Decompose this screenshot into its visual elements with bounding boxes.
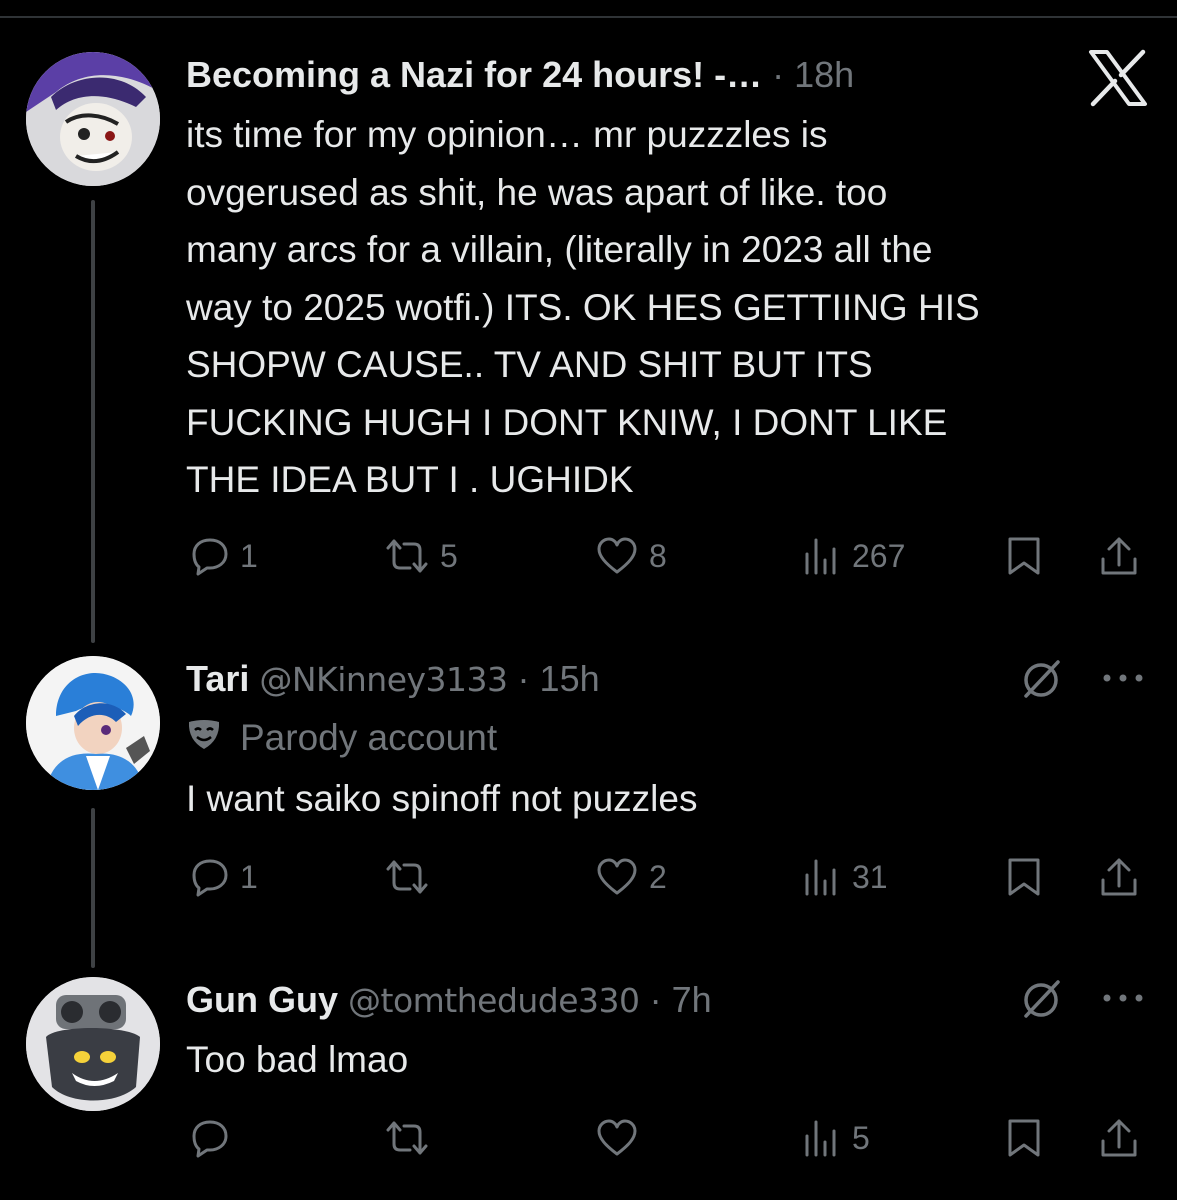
reply-icon (190, 857, 230, 897)
avatar[interactable] (26, 977, 160, 1111)
like-button[interactable] (595, 1113, 649, 1163)
tweet-text-line: Too bad lmao (186, 1039, 409, 1080)
tweet-text-line: THE IDEA BUT I . UGHIDK (186, 459, 634, 500)
display-name[interactable]: Becoming a Nazi for 24 hours! -… (186, 54, 762, 95)
tweet-text-line: FUCKING HUGH I DONT KNIW, I DONT LIKE (186, 401, 948, 443)
repost-icon (384, 536, 430, 576)
repost-count: 5 (440, 537, 458, 574)
views-count: 5 (852, 1119, 870, 1156)
timestamp[interactable]: 7h (672, 979, 712, 1020)
like-icon (595, 536, 639, 576)
reply-button[interactable]: 1 (190, 531, 258, 581)
views-icon (802, 536, 842, 576)
more-icon (1100, 993, 1146, 1010)
parody-mask-icon (186, 718, 222, 762)
avatar[interactable] (26, 656, 160, 790)
parody-label: Parody account (186, 716, 497, 762)
repost-button[interactable] (384, 1113, 440, 1163)
display-name[interactable]: Tari (186, 658, 249, 699)
more-options-button[interactable] (1100, 670, 1146, 691)
like-icon (595, 1118, 639, 1158)
tweet-header: Gun Guy @tomthedude330 · 7h (186, 978, 712, 1023)
separator-dot: · (517, 658, 530, 699)
grok-icon (1018, 980, 1064, 1026)
top-divider (0, 16, 1177, 18)
repost-icon (384, 857, 430, 897)
reply-count: 1 (240, 537, 258, 574)
action-bar: 5 (186, 1113, 1146, 1163)
timestamp[interactable]: 15h (540, 658, 600, 699)
reply-count: 1 (240, 858, 258, 895)
action-bar: 1 5 8 267 (186, 531, 1146, 581)
avatar[interactable] (26, 52, 160, 186)
reply-button[interactable] (190, 1113, 240, 1163)
bookmark-icon (1004, 856, 1044, 898)
tweet-text-line: its time for my opinion… mr puzzzles is (186, 114, 828, 155)
views-count: 31 (852, 858, 888, 895)
thread-connector (91, 808, 95, 968)
tweet-text: I want saiko spinoff not puzzles (186, 770, 697, 828)
share-button[interactable] (1098, 531, 1140, 581)
tweet-text: its time for my opinion… mr puzzzles is … (186, 106, 980, 509)
share-icon (1098, 1117, 1140, 1159)
tweet-text-line: ovgerused as shit, he was apart of like.… (186, 171, 888, 213)
like-button[interactable]: 8 (595, 531, 667, 581)
grok-button[interactable] (1018, 976, 1064, 1027)
views-icon (802, 1118, 842, 1158)
tweet-header: Becoming a Nazi for 24 hours! -… · 18h (186, 53, 854, 97)
grok-button[interactable] (1018, 656, 1064, 707)
tweet-text-line: many arcs for a villain, (literally in 2… (186, 229, 933, 270)
separator-dot: · (772, 54, 795, 95)
share-icon (1098, 535, 1140, 577)
tweet-header: Tari @NKinney3133 · 15h (186, 657, 600, 702)
share-button[interactable] (1098, 852, 1140, 902)
more-options-button[interactable] (1100, 990, 1146, 1011)
share-icon (1098, 856, 1140, 898)
bookmark-icon (1004, 1117, 1044, 1159)
views-count: 267 (852, 537, 906, 574)
tweet-text-line: way to 2025 wotfi.) ITS. OK HES GETTIING… (186, 286, 980, 328)
bookmark-button[interactable] (1004, 852, 1044, 902)
bookmark-button[interactable] (1004, 1113, 1044, 1163)
display-name[interactable]: Gun Guy (186, 979, 338, 1020)
reply-icon (190, 536, 230, 576)
like-count: 2 (649, 858, 667, 895)
x-logo-icon[interactable] (1085, 48, 1151, 108)
share-button[interactable] (1098, 1113, 1140, 1163)
like-count: 8 (649, 537, 667, 574)
repost-button[interactable]: 5 (384, 531, 458, 581)
parody-text: Parody account (240, 717, 498, 758)
repost-icon (384, 1118, 430, 1158)
like-button[interactable]: 2 (595, 852, 667, 902)
reply-icon (190, 1118, 230, 1158)
action-bar: 1 2 31 (186, 852, 1146, 902)
tweet-text-line: SHOPW CAUSE.. TV AND SHIT BUT ITS (186, 344, 873, 385)
like-icon (595, 857, 639, 897)
separator-dot: · (649, 979, 662, 1020)
grok-icon (1018, 660, 1064, 706)
timestamp[interactable]: 18h (794, 54, 854, 95)
views-button[interactable]: 267 (802, 531, 905, 581)
repost-button[interactable] (384, 852, 440, 902)
thread-connector (91, 200, 95, 643)
user-handle[interactable]: @NKinney3133 (259, 660, 508, 699)
tweet-text-line: I want saiko spinoff not puzzles (186, 778, 698, 819)
tweet-text: Too bad lmao (186, 1031, 408, 1089)
views-button[interactable]: 5 (802, 1113, 870, 1163)
reply-button[interactable]: 1 (190, 852, 258, 902)
bookmark-button[interactable] (1004, 531, 1044, 581)
more-icon (1100, 673, 1146, 690)
bookmark-icon (1004, 535, 1044, 577)
views-icon (802, 857, 842, 897)
views-button[interactable]: 31 (802, 852, 888, 902)
user-handle[interactable]: @tomthedude330 (348, 981, 640, 1020)
